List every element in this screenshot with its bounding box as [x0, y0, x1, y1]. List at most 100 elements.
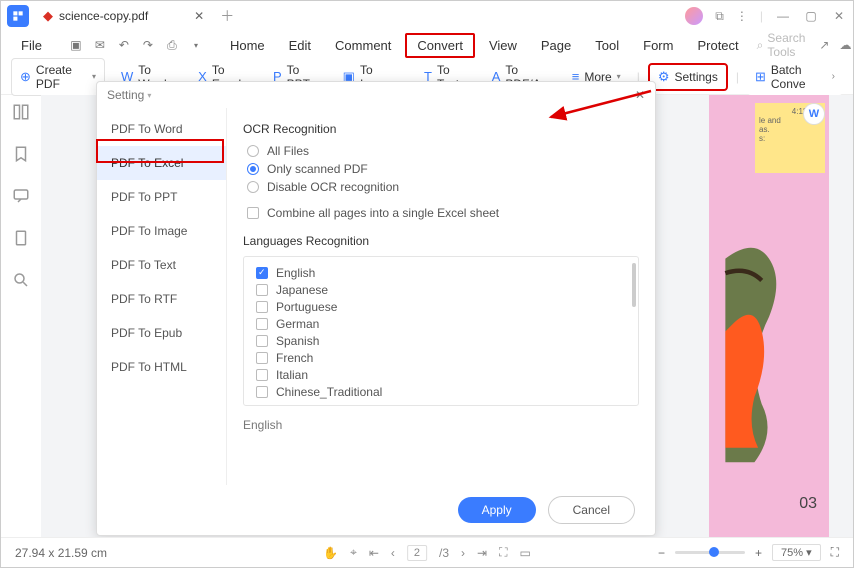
search-icon: ⌕: [757, 38, 764, 53]
fullscreen-icon[interactable]: ⛶: [831, 545, 839, 560]
close-window-button[interactable]: ✕: [831, 9, 847, 23]
avatar-icon[interactable]: [685, 7, 703, 25]
mail-icon[interactable]: ✉: [92, 37, 108, 53]
batch-convert-button[interactable]: ⊞Batch Conve›: [747, 59, 843, 95]
plus-icon: ⊕: [20, 69, 31, 85]
minimize-button[interactable]: —: [775, 9, 791, 23]
page-input[interactable]: 2: [407, 545, 427, 561]
sidebar-item-pdf-to-excel[interactable]: PDF To Excel: [97, 146, 226, 180]
close-tab-icon[interactable]: ✕: [194, 9, 204, 23]
zoom-in-icon[interactable]: +: [755, 546, 762, 560]
zoom-slider[interactable]: [675, 551, 745, 554]
chevron-down-icon[interactable]: ▾: [147, 91, 151, 100]
scrollbar[interactable]: [632, 263, 636, 307]
sidebar-item-pdf-to-epub[interactable]: PDF To Epub: [97, 316, 226, 350]
kebab-icon[interactable]: ⋮: [736, 9, 748, 23]
last-page-icon[interactable]: ⇥: [477, 546, 487, 560]
menu-edit[interactable]: Edit: [279, 35, 321, 56]
menu-home[interactable]: Home: [220, 35, 275, 56]
pdf-icon: ◆: [43, 8, 53, 24]
gear-icon: ⚙: [658, 69, 670, 85]
first-page-icon[interactable]: ⇤: [369, 546, 379, 560]
batch-icon: ⊞: [755, 69, 766, 85]
attachment-icon[interactable]: [12, 229, 30, 247]
cancel-button[interactable]: Cancel: [548, 496, 635, 524]
app-icon: [7, 5, 29, 27]
page-number-display: 03: [799, 495, 817, 513]
menubar: File ▣ ✉ ↶ ↷ ⎙ ▾ Home Edit Comment Conve…: [1, 31, 853, 59]
titlebar-right: ⧉ ⋮ | — ▢ ✕: [685, 7, 847, 25]
fit-page-icon[interactable]: ▭: [520, 546, 531, 560]
new-tab-button[interactable]: ＋: [220, 6, 234, 26]
comment-icon[interactable]: [12, 187, 30, 205]
search-side-icon[interactable]: [12, 271, 30, 289]
lang-chinese-trad[interactable]: Chinese_Traditional: [252, 385, 630, 399]
save-icon[interactable]: ▣: [68, 37, 84, 53]
menu-view[interactable]: View: [479, 35, 527, 56]
lang-portuguese[interactable]: Portuguese: [252, 300, 630, 314]
sidebar-item-pdf-to-ppt[interactable]: PDF To PPT: [97, 180, 226, 214]
lang-french[interactable]: French: [252, 351, 630, 365]
left-sidebar: [1, 95, 41, 289]
panel-title: Setting: [107, 88, 144, 102]
select-tool-icon[interactable]: ⌖: [350, 545, 357, 560]
menu-comment[interactable]: Comment: [325, 35, 401, 56]
word-badge-icon[interactable]: W: [803, 103, 825, 125]
share-icon[interactable]: ⧉: [715, 9, 724, 24]
menu-form[interactable]: Form: [633, 35, 683, 56]
zoom-value[interactable]: 75% ▾: [772, 544, 821, 561]
tab-title: science-copy.pdf: [59, 9, 148, 23]
status-bar: 27.94 x 21.59 cm ✋ ⌖ ⇤ ‹ 2 /3 › ⇥ ⛶ ▭ − …: [1, 537, 853, 567]
redo-icon[interactable]: ↷: [140, 37, 156, 53]
sidebar-item-pdf-to-text[interactable]: PDF To Text: [97, 248, 226, 282]
cloud-icon[interactable]: ☁: [839, 38, 851, 52]
create-pdf-button[interactable]: ⊕Create PDF▾: [11, 58, 105, 96]
menu-protect[interactable]: Protect: [687, 35, 748, 56]
sidebar-item-pdf-to-html[interactable]: PDF To HTML: [97, 350, 226, 384]
ocr-disable-radio[interactable]: Disable OCR recognition: [243, 180, 639, 194]
open-external-icon[interactable]: ↗: [819, 38, 829, 52]
lang-spanish[interactable]: Spanish: [252, 334, 630, 348]
menu-page[interactable]: Page: [531, 35, 581, 56]
lang-german[interactable]: German: [252, 317, 630, 331]
page-dimensions: 27.94 x 21.59 cm: [15, 546, 107, 560]
print-icon[interactable]: ⎙: [164, 37, 180, 53]
thumbnails-icon[interactable]: [12, 103, 30, 121]
fit-width-icon[interactable]: ⛶: [499, 545, 507, 560]
settings-button[interactable]: ⚙Settings: [648, 63, 728, 91]
bookmark-icon[interactable]: [12, 145, 30, 163]
next-page-icon[interactable]: ›: [461, 546, 465, 560]
maximize-button[interactable]: ▢: [803, 9, 819, 23]
selected-language-label: English: [243, 418, 639, 432]
apply-button[interactable]: Apply: [458, 497, 536, 523]
ocr-section-title: OCR Recognition: [243, 122, 639, 136]
lang-english[interactable]: English: [252, 266, 630, 280]
lang-section-title: Languages Recognition: [243, 234, 639, 248]
zoom-out-icon[interactable]: −: [658, 546, 665, 560]
sidebar-item-pdf-to-rtf[interactable]: PDF To RTF: [97, 282, 226, 316]
combine-pages-checkbox[interactable]: Combine all pages into a single Excel sh…: [243, 206, 639, 220]
page-total: /3: [439, 546, 449, 560]
sidebar-item-pdf-to-image[interactable]: PDF To Image: [97, 214, 226, 248]
ocr-all-files-radio[interactable]: All Files: [243, 144, 639, 158]
print-dropdown-icon[interactable]: ▾: [188, 37, 204, 53]
menu-tool[interactable]: Tool: [585, 35, 629, 56]
settings-content: OCR Recognition All Files Only scanned P…: [227, 108, 655, 485]
search-placeholder: Search Tools: [767, 31, 805, 59]
menu-file[interactable]: File: [11, 35, 52, 56]
hand-tool-icon[interactable]: ✋: [323, 546, 338, 560]
search-input[interactable]: ⌕ Search Tools: [753, 29, 810, 61]
languages-list[interactable]: English Japanese Portuguese German Spani…: [243, 256, 639, 406]
menu-convert[interactable]: Convert: [405, 33, 475, 58]
lang-italian[interactable]: Italian: [252, 368, 630, 382]
undo-icon[interactable]: ↶: [116, 37, 132, 53]
sidebar-item-pdf-to-word[interactable]: PDF To Word: [97, 112, 226, 146]
document-tab[interactable]: ◆ science-copy.pdf ✕: [35, 3, 212, 29]
settings-sidebar: PDF To Word PDF To Excel PDF To PPT PDF …: [97, 108, 227, 485]
titlebar: ◆ science-copy.pdf ✕ ＋ ⧉ ⋮ | — ▢ ✕: [1, 1, 853, 31]
lang-japanese[interactable]: Japanese: [252, 283, 630, 297]
prev-page-icon[interactable]: ‹: [391, 546, 395, 560]
close-panel-button[interactable]: ✕: [635, 88, 645, 102]
ocr-scanned-radio[interactable]: Only scanned PDF: [243, 162, 639, 176]
settings-panel: Setting ▾ ✕ PDF To Word PDF To Excel PDF…: [96, 81, 656, 536]
